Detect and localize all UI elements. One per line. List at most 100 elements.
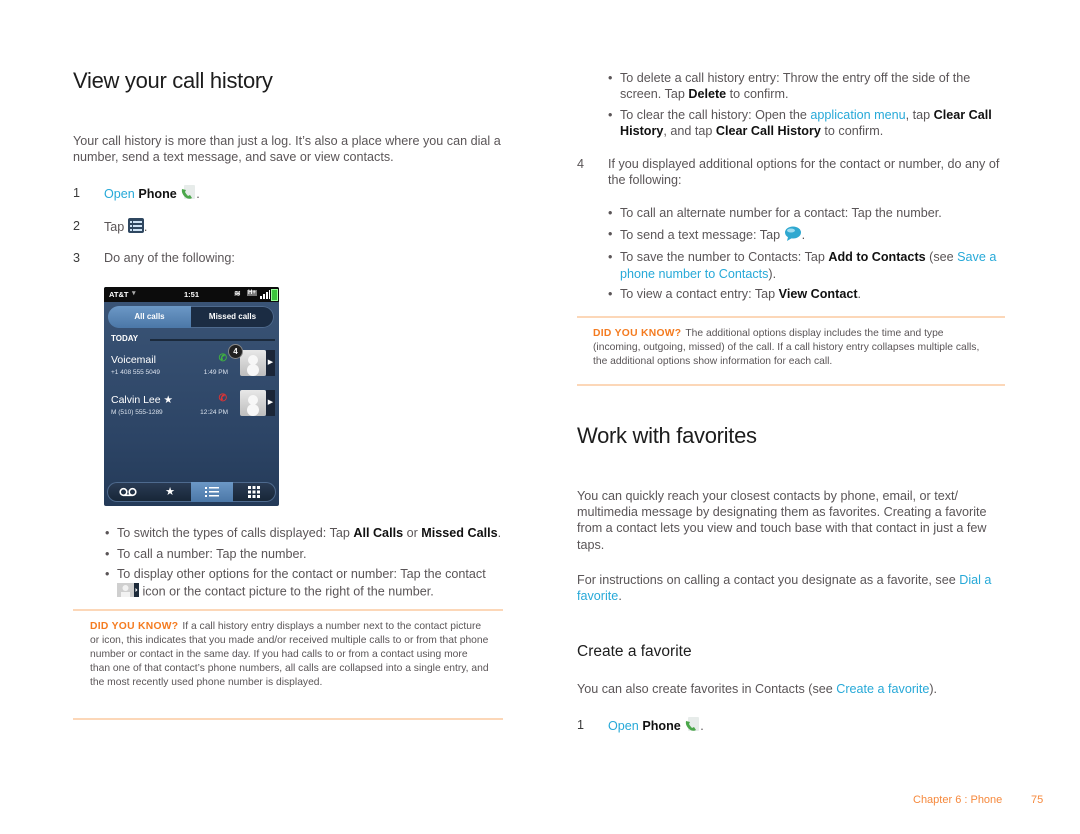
caller-name: Calvin Lee ★ <box>111 394 173 406</box>
dialpad-icon[interactable] <box>233 482 275 502</box>
list-item: To delete a call history entry: Throw th… <box>608 70 1008 102</box>
wifi-icon: ≋ <box>234 289 241 298</box>
tab-missed-calls[interactable]: Missed calls <box>191 306 274 328</box>
did-you-know-note: DID YOU KNOW? If a call history entry dis… <box>90 620 490 690</box>
open-link[interactable]: Open <box>104 187 135 201</box>
create-favorite-intro: You can also create favorites in Contact… <box>577 681 1007 697</box>
step-number: 1 <box>73 186 81 200</box>
step-3: 3 Do any of the following: <box>73 250 373 268</box>
battery-icon <box>271 289 278 301</box>
tab-all-calls[interactable]: All calls <box>108 306 191 328</box>
list-item: To call a number: Tap the number. <box>105 546 515 562</box>
bullet-text: , tap <box>905 107 934 122</box>
step4-bullet-list: To call an alternate number for a contac… <box>608 205 1008 307</box>
subsection-title: Create a favorite <box>577 643 692 660</box>
phone-call-log-screenshot: AT&T ▾ 1:51 ≋ H+ All calls Missed calls … <box>104 287 279 506</box>
intro-paragraph: Your call history is more than just a lo… <box>73 134 501 165</box>
page-number: 75 <box>1031 794 1044 806</box>
carrier-dropdown-icon: ▾ <box>132 290 136 297</box>
step-number: 3 <box>73 251 81 265</box>
call-entry[interactable]: Voicemail +1 408 555 5049 1:49 PM ✆ 4 ▶ <box>104 345 279 388</box>
chapter-label: Chapter 6 : Phone <box>913 794 1003 806</box>
open-link[interactable]: Open <box>608 719 639 733</box>
paragraph-text: ). <box>929 682 938 696</box>
bullet-text: or <box>403 526 422 540</box>
bold-term: View Contact <box>778 287 858 302</box>
divider-rule <box>73 609 503 611</box>
call-log-tab-icon[interactable] <box>191 482 233 502</box>
divider-rule <box>577 316 1005 318</box>
bullet-text: To view a contact entry: Tap <box>620 287 779 302</box>
step-2: 2 Tap . <box>73 218 373 236</box>
bullet-text: To call an alternate number for a contac… <box>620 206 942 220</box>
divider-rule <box>73 718 503 720</box>
step-1: 1 Open Phone . <box>577 717 877 735</box>
call-entry[interactable]: Calvin Lee ★ M (510) 555-1289 12:24 PM ✆… <box>104 388 279 428</box>
expand-arrow-icon[interactable]: ▶ <box>266 350 275 376</box>
step-number: 4 <box>577 157 585 171</box>
create-a-favorite-link[interactable]: Create a favorite <box>836 682 929 696</box>
punctuation: . <box>143 219 148 234</box>
message-icon <box>784 226 802 245</box>
paragraph-text: For instructions on calling a contact yo… <box>577 573 960 587</box>
clock: 1:51 <box>184 290 200 299</box>
bullet-text: To save the number to Contacts: Tap <box>620 250 829 265</box>
list-item: To view a contact entry: Tap View Contac… <box>608 286 1008 302</box>
bullet-text: (see <box>925 250 958 265</box>
status-bar: AT&T ▾ 1:51 ≋ H+ <box>104 287 279 302</box>
right-top-bullet-list: To delete a call history entry: Throw th… <box>608 70 1008 144</box>
step-text: If you displayed additional options for … <box>608 157 1000 188</box>
contact-icon <box>117 582 139 601</box>
caller-name: Voicemail <box>111 354 156 366</box>
bold-term: Clear Call History <box>715 124 821 139</box>
section-divider <box>150 339 275 341</box>
bullet-text: . <box>857 287 862 302</box>
bullet-text: to confirm. <box>726 87 789 102</box>
expand-arrow-icon[interactable]: ▶ <box>266 390 275 416</box>
bullet-text: To delete a call history entry: Throw th… <box>620 71 971 102</box>
bold-term: All Calls <box>353 526 404 540</box>
punctuation: . <box>196 186 200 201</box>
bullet-text: . <box>497 526 502 540</box>
bullet-text: To switch the types of calls displayed: … <box>117 526 354 540</box>
phone-label: Phone <box>642 718 681 733</box>
favorites-instructions: For instructions on calling a contact yo… <box>577 572 1007 604</box>
contact-avatar[interactable] <box>240 350 266 376</box>
contact-avatar[interactable] <box>240 390 266 416</box>
incoming-call-icon: ✆ <box>218 353 227 364</box>
section-title: Work with favorites <box>577 423 757 448</box>
bullet-text: ). <box>768 266 777 281</box>
did-you-know-label: DID YOU KNOW? <box>90 621 179 632</box>
favorites-star-icon[interactable]: ★ <box>149 482 191 502</box>
did-you-know-label: DID YOU KNOW? <box>593 328 682 339</box>
bullet-text: , and tap <box>663 124 716 139</box>
section-header-today: TODAY <box>111 334 139 343</box>
bullet-text: To clear the call history: Open the <box>620 107 811 122</box>
list-item: To send a text message: Tap . <box>608 226 1008 245</box>
bullet-text: To send a text message: Tap <box>620 227 784 242</box>
phone-bottom-bar: ★ <box>107 482 276 502</box>
list-item: To call an alternate number for a contac… <box>608 205 1008 221</box>
bold-term: Missed Calls <box>421 526 498 540</box>
step-number: 2 <box>73 219 81 233</box>
list-item: To display other options for the contact… <box>105 566 515 600</box>
carrier-label: AT&T <box>109 290 129 299</box>
missed-call-icon: ✆ <box>218 393 227 404</box>
phone-app-icon <box>180 185 196 204</box>
favorites-intro: You can quickly reach your closest conta… <box>577 489 987 552</box>
did-you-know-note: DID YOU KNOW? The additional options disp… <box>593 327 993 369</box>
voicemail-icon[interactable] <box>107 482 149 502</box>
page-title: View your call history <box>73 68 273 93</box>
bullet-text: . <box>801 227 806 242</box>
step-1: 1 Open Phone . <box>73 185 373 203</box>
list-item: To clear the call history: Open the appl… <box>608 107 1008 139</box>
application-menu-link[interactable]: application menu <box>810 108 905 122</box>
step-text: Tap <box>104 219 125 234</box>
bullet-text: To display other options for the contact… <box>117 567 486 582</box>
network-type-icon: H+ <box>247 290 257 296</box>
call-filter-tabs: All calls Missed calls <box>108 306 274 328</box>
paragraph-text: . <box>618 589 622 604</box>
divider-rule <box>577 384 1005 386</box>
bold-term: Delete <box>688 87 727 102</box>
phone-app-icon <box>684 717 700 736</box>
